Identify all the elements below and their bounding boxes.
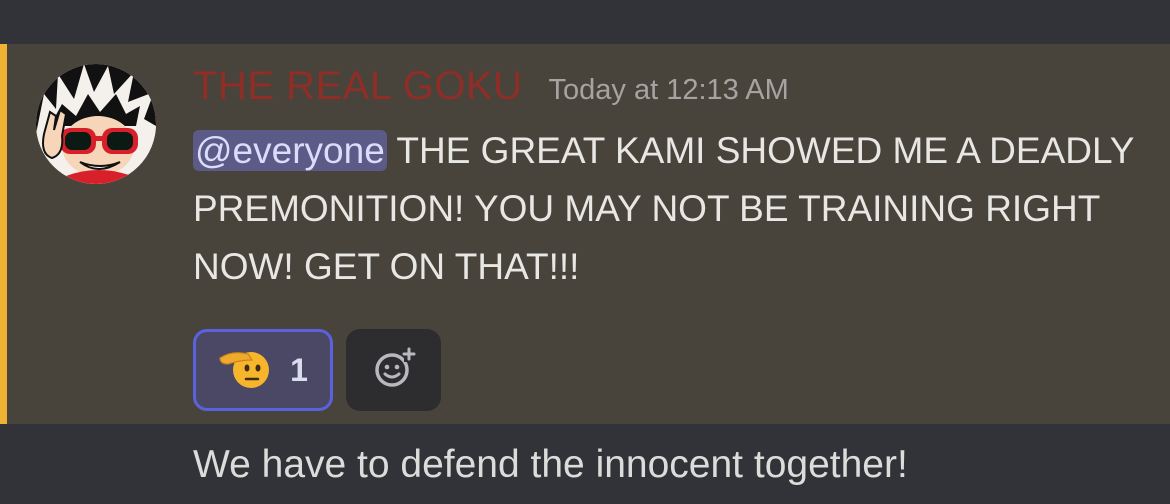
reaction-saluting-face[interactable]: 1 xyxy=(193,329,333,411)
previous-message-area xyxy=(0,0,1170,44)
everyone-mention[interactable]: @everyone xyxy=(193,130,387,171)
avatar[interactable] xyxy=(36,64,156,184)
message-mention-highlight[interactable]: THE REAL GOKU Today at 12:13 AM @everyon… xyxy=(0,44,1170,424)
message-timestamp[interactable]: Today at 12:13 AM xyxy=(549,74,789,107)
message-header: THE REAL GOKU Today at 12:13 AM xyxy=(193,62,789,110)
reactions-bar: 1 xyxy=(193,329,441,411)
chat-view: THE REAL GOKU Today at 12:13 AM @everyon… xyxy=(0,0,1170,504)
next-message-text: We have to defend the innocent together! xyxy=(193,443,908,486)
add-reaction-icon xyxy=(372,346,416,395)
reaction-count: 1 xyxy=(290,351,308,388)
mention-indicator-bar xyxy=(0,44,7,424)
message-content: @everyone THE GREAT KAMI SHOWED ME A DEA… xyxy=(193,122,1143,296)
saluting-face-icon xyxy=(218,346,270,395)
add-reaction-button[interactable] xyxy=(346,329,441,411)
author-name[interactable]: THE REAL GOKU xyxy=(193,62,523,110)
goku-avatar-image xyxy=(36,64,156,184)
